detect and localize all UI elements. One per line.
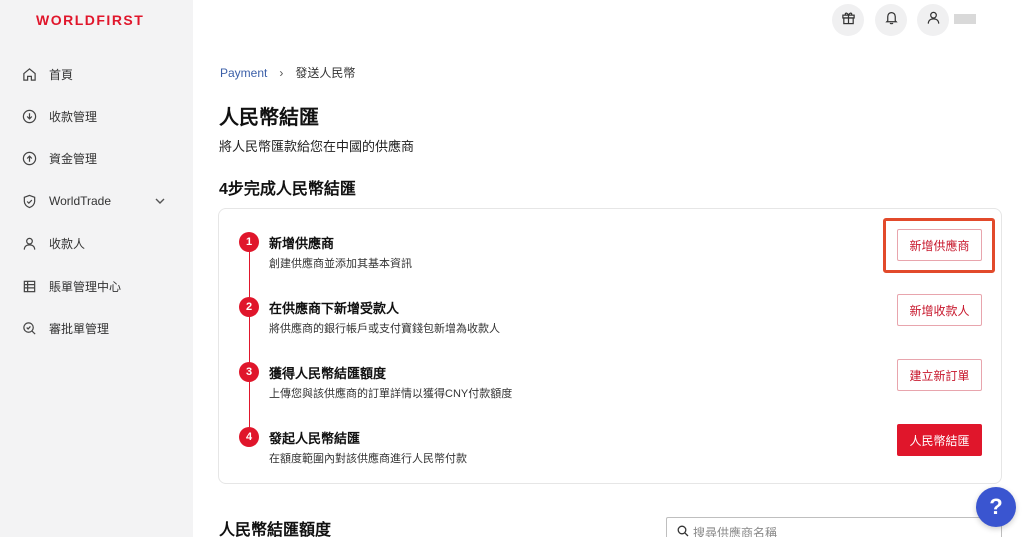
step-description: 在額度範圍內對該供應商進行人民幣付款 — [269, 453, 467, 465]
approval-search-icon — [20, 319, 38, 337]
step-description: 上傳您與該供應商的訂單詳情以獲得CNY付款額度 — [269, 388, 513, 400]
sidebar-item-collections[interactable]: 收款管理 — [20, 101, 180, 131]
step-number-badge: 3 — [239, 362, 259, 382]
supplier-search-box[interactable] — [666, 517, 1002, 537]
add-supplier-button[interactable]: 新增供應商 — [897, 229, 982, 261]
steps-card: 1 新增供應商 創建供應商並添加其基本資訊 2 在供應商下新增受款人 將供應商的… — [218, 208, 1002, 484]
help-button[interactable]: ? — [976, 487, 1016, 527]
breadcrumb-current: 發送人民幣 — [295, 66, 356, 80]
sidebar-item-payees[interactable]: 收款人 — [20, 228, 180, 258]
sidebar-item-home[interactable]: 首頁 — [20, 59, 180, 89]
account-name-redacted[interactable] — [954, 14, 976, 24]
step-number-badge: 2 — [239, 297, 259, 317]
user-icon — [926, 10, 941, 30]
brand-logo[interactable]: WORLDFIRST — [36, 12, 144, 28]
step-description: 將供應商的銀行帳戶或支付寶錢包新增為收款人 — [269, 323, 500, 335]
user-icon — [20, 234, 38, 252]
breadcrumb-separator: › — [279, 65, 284, 80]
shield-icon — [20, 192, 38, 210]
create-order-button[interactable]: 建立新訂單 — [897, 359, 982, 391]
page-subtitle: 將人民幣匯款給您在中國的供應商 — [219, 139, 415, 154]
step-number-badge: 4 — [239, 427, 259, 447]
quota-heading: 人民幣結匯額度 — [219, 522, 332, 537]
step-title: 新增供應商 — [269, 236, 335, 251]
sidebar-item-worldtrade[interactable]: WorldTrade — [20, 186, 180, 216]
sidebar-item-label: 賬單管理中心 — [49, 279, 122, 294]
rmb-settlement-button[interactable]: 人民幣結匯 — [897, 424, 982, 456]
step-add-supplier: 1 新增供應商 創建供應商並添加其基本資訊 — [239, 231, 979, 281]
sidebar-item-label: 資金管理 — [49, 151, 98, 166]
sidebar-item-label: 收款管理 — [49, 109, 98, 124]
steps-heading: 4步完成人民幣結匯 — [219, 181, 356, 198]
sidebar-item-label: WorldTrade — [49, 194, 112, 208]
step-add-payee: 2 在供應商下新增受款人 將供應商的銀行帳戶或支付寶錢包新增為收款人 — [239, 296, 979, 346]
download-circle-icon — [20, 107, 38, 125]
sidebar-item-approvals[interactable]: 審批單管理 — [20, 313, 180, 343]
step-get-quota: 3 獲得人民幣結匯額度 上傳您與該供應商的訂單詳情以獲得CNY付款額度 — [239, 361, 979, 411]
supplier-search-input[interactable] — [693, 526, 983, 537]
step-title: 獲得人民幣結匯額度 — [269, 366, 387, 381]
sidebar-item-bills[interactable]: 賬單管理中心 — [20, 271, 180, 301]
sidebar-item-funds[interactable]: 資金管理 — [20, 143, 180, 173]
step-title: 發起人民幣結匯 — [269, 431, 361, 446]
notifications-button[interactable] — [875, 4, 907, 36]
add-payee-button[interactable]: 新增收款人 — [897, 294, 982, 326]
bell-icon — [884, 10, 899, 30]
step-title: 在供應商下新增受款人 — [269, 301, 400, 316]
sidebar-item-label: 收款人 — [49, 236, 86, 251]
step-start-settlement: 4 發起人民幣結匯 在額度範圍內對該供應商進行人民幣付款 — [239, 426, 979, 476]
step-description: 創建供應商並添加其基本資訊 — [269, 258, 412, 270]
sidebar-item-label: 首頁 — [49, 67, 74, 82]
page-title: 人民幣結匯 — [219, 107, 319, 129]
gift-icon — [841, 10, 856, 30]
chevron-down-icon[interactable] — [154, 195, 166, 210]
step-number-badge: 1 — [239, 232, 259, 252]
breadcrumb: Payment › 發送人民幣 — [220, 64, 355, 81]
sidebar: WORLDFIRST 首頁 收款管理 資金管理 WorldTrade 收款人 賬… — [0, 0, 193, 537]
gift-button[interactable] — [832, 4, 864, 36]
search-icon — [677, 524, 689, 537]
sidebar-item-label: 審批單管理 — [49, 321, 110, 336]
upload-circle-icon — [20, 149, 38, 167]
home-icon — [20, 65, 38, 83]
ledger-icon — [20, 277, 38, 295]
account-button[interactable] — [917, 4, 949, 36]
breadcrumb-link-payment[interactable]: Payment — [220, 66, 267, 80]
